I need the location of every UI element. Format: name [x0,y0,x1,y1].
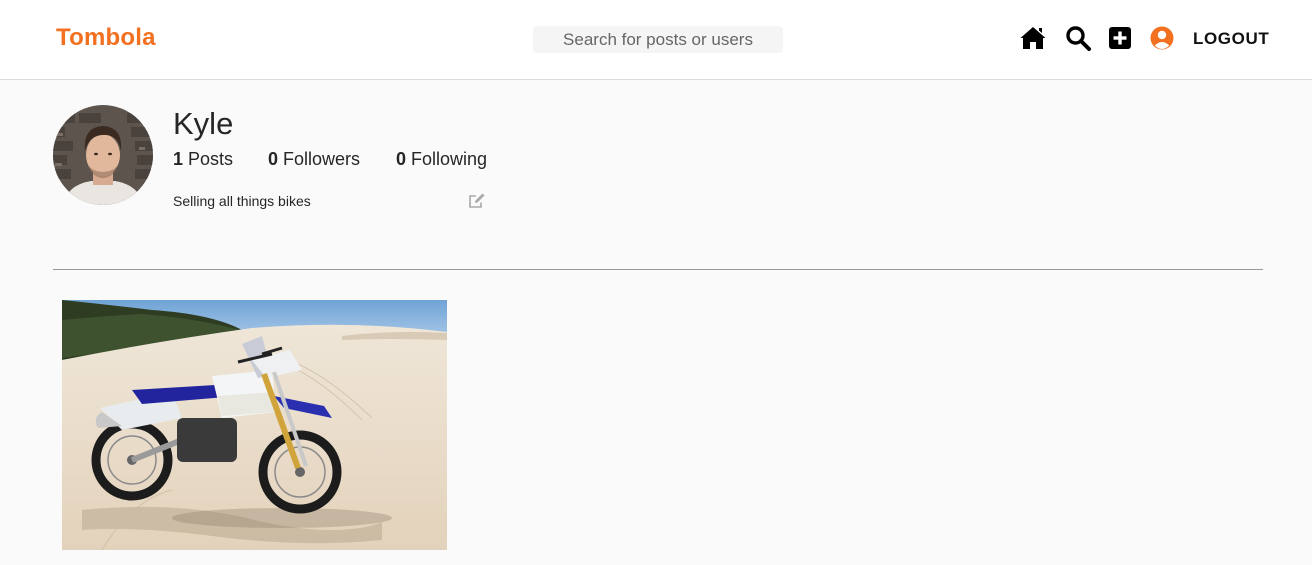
search-input[interactable] [533,26,783,53]
plus-square-icon[interactable] [1106,24,1134,52]
followers-count: 0 [268,149,279,169]
post-thumbnail[interactable] [62,300,447,550]
profile-bio: Selling all things bikes [173,193,311,209]
dirt-bike-photo [62,300,447,550]
edit-icon[interactable] [468,193,486,209]
avatar-photo [53,105,153,205]
profile-username: Kyle [173,106,234,141]
logout-button[interactable]: LOGOUT [1193,29,1269,49]
avatar[interactable] [53,105,153,205]
following-stat[interactable]: 0 Following [396,149,487,170]
user-circle-icon[interactable] [1148,24,1176,52]
followers-label: Followers [283,149,361,169]
following-count: 0 [396,149,407,169]
home-icon[interactable] [1019,24,1047,52]
followers-stat[interactable]: 0 Followers [268,149,360,170]
posts-stat[interactable]: 1 Posts [173,149,233,170]
following-label: Following [411,149,488,169]
posts-count: 1 [173,149,184,169]
brand-logo[interactable]: Tombola [56,24,156,52]
profile-divider [53,269,1263,270]
search-icon[interactable] [1064,24,1092,52]
navbar: Tombola LOGOUT [0,0,1312,80]
posts-label: Posts [188,149,234,169]
